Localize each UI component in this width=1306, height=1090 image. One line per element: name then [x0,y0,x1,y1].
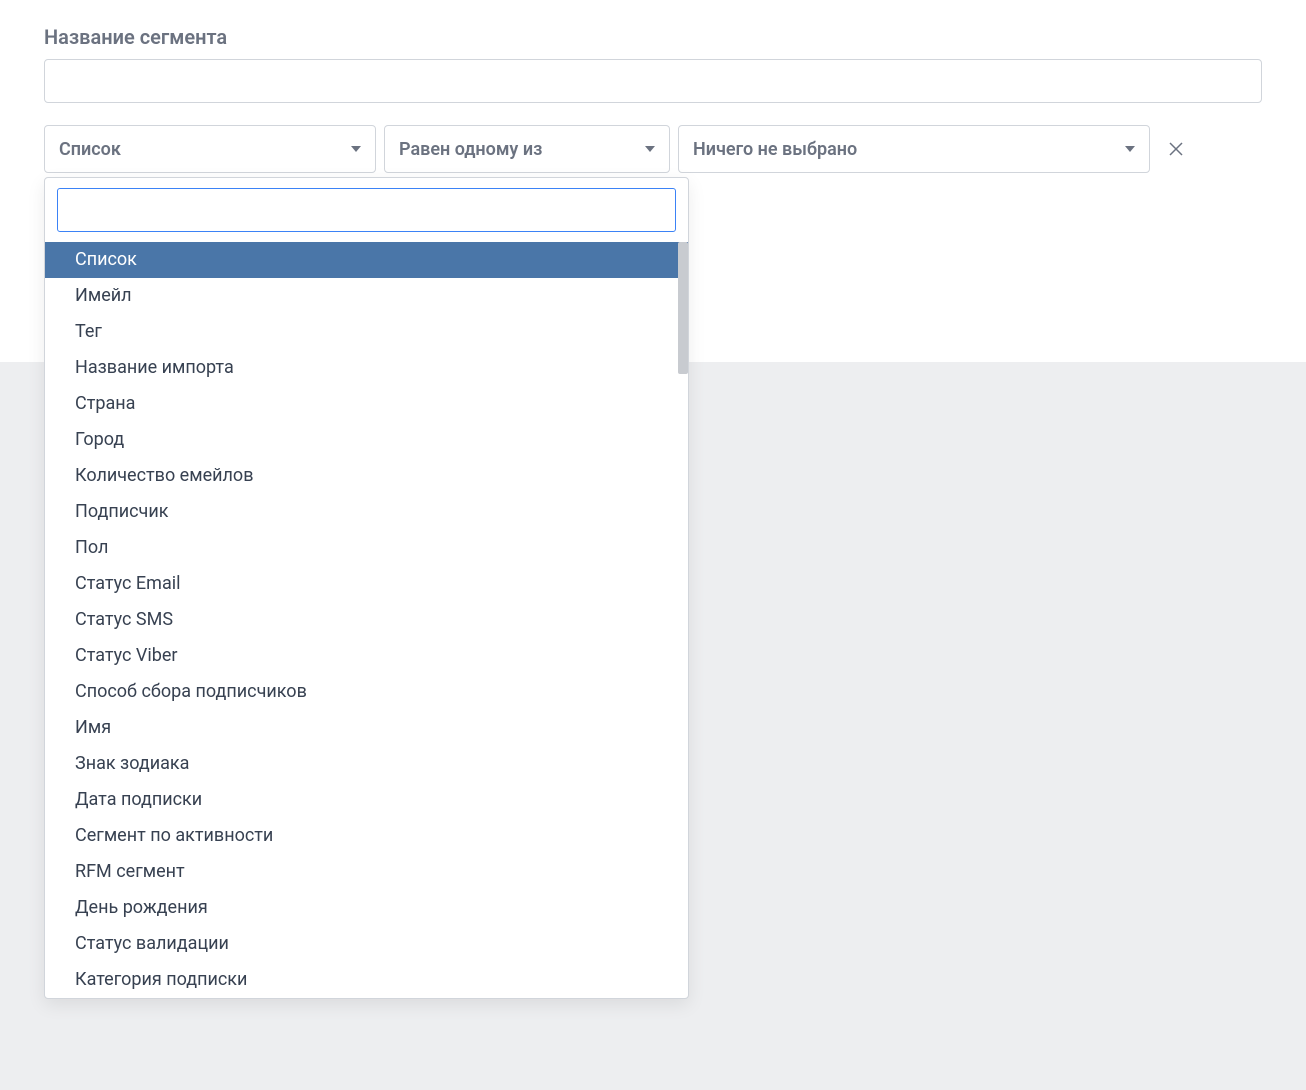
dropdown-option[interactable]: Название импорта [45,350,688,386]
segment-name-label: Название сегмента [44,25,1262,49]
field-dropdown-panel: СписокИмейлТегНазвание импортаСтранаГоро… [44,177,689,999]
dropdown-search-input[interactable] [57,188,676,232]
remove-filter-button[interactable] [1164,137,1188,161]
segment-name-input[interactable] [44,59,1262,103]
dropdown-search-wrap [45,178,688,242]
dropdown-option[interactable]: Город [45,422,688,458]
dropdown-option[interactable]: Сегмент по активности [45,818,688,854]
dropdown-option[interactable]: Пол [45,530,688,566]
filter-row: Список Равен одному из Ничего не выбрано [44,125,1262,173]
options-list: СписокИмейлТегНазвание импортаСтранаГоро… [45,242,688,998]
filter-value-dropdown[interactable]: Ничего не выбрано [678,125,1150,173]
dropdown-option[interactable]: Знак зодиака [45,746,688,782]
dropdown-option[interactable]: Категория подписки [45,962,688,998]
options-wrap: СписокИмейлТегНазвание импортаСтранаГоро… [45,242,688,998]
scrollbar-thumb[interactable] [678,242,688,374]
dropdown-option[interactable]: Имейл [45,278,688,314]
filter-operator-dropdown[interactable]: Равен одному из [384,125,670,173]
dropdown-option[interactable]: Статус Viber [45,638,688,674]
filter-field-value: Список [59,139,121,160]
dropdown-option[interactable]: Список [45,242,688,278]
caret-down-icon [351,146,361,152]
dropdown-option[interactable]: Дата подписки [45,782,688,818]
dropdown-option[interactable]: Подписчик [45,494,688,530]
dropdown-option[interactable]: RFM сегмент [45,854,688,890]
dropdown-option[interactable]: Статус Email [45,566,688,602]
dropdown-option[interactable]: Количество емейлов [45,458,688,494]
dropdown-option[interactable]: Имя [45,710,688,746]
dropdown-option[interactable]: Статус SMS [45,602,688,638]
caret-down-icon [645,146,655,152]
dropdown-option[interactable]: Способ сбора подписчиков [45,674,688,710]
dropdown-option[interactable]: Тег [45,314,688,350]
close-icon [1168,141,1184,157]
filter-field-dropdown[interactable]: Список [44,125,376,173]
caret-down-icon [1125,146,1135,152]
filter-operator-value: Равен одному из [399,139,542,160]
filter-value-text: Ничего не выбрано [693,139,857,160]
dropdown-option[interactable]: Статус валидации [45,926,688,962]
dropdown-option[interactable]: День рождения [45,890,688,926]
dropdown-option[interactable]: Страна [45,386,688,422]
